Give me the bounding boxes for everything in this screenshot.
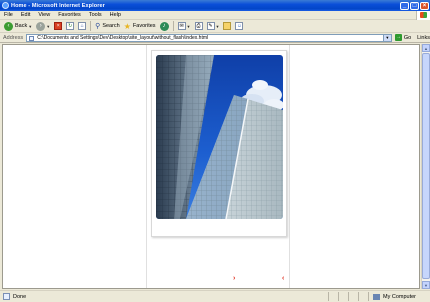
- messenger-button[interactable]: ☺: [233, 21, 245, 32]
- search-label: Search: [102, 23, 120, 29]
- photo-frame: [151, 50, 287, 237]
- menu-edit[interactable]: Edit: [17, 12, 34, 18]
- go-label: Go: [403, 34, 412, 41]
- menu-favorites[interactable]: Favorites: [54, 12, 85, 18]
- stop-icon: ×: [54, 22, 63, 30]
- folder-icon: [223, 22, 232, 30]
- edit-button[interactable]: ✎ ▼: [205, 21, 222, 32]
- window-title: Home - Microsoft Internet Explorer: [11, 2, 105, 9]
- chevron-down-icon: ▼: [46, 23, 51, 29]
- mail-icon: ✉: [177, 22, 186, 30]
- forward-button[interactable]: › ▼: [34, 21, 52, 32]
- print-button[interactable]: ⎙: [193, 21, 205, 32]
- back-label: Back: [15, 23, 28, 29]
- status-cell: [338, 292, 348, 301]
- status-text: Done: [13, 293, 27, 300]
- scroll-up-icon[interactable]: ▲: [422, 44, 430, 52]
- menu-file[interactable]: File: [0, 12, 17, 18]
- status-cell: [358, 292, 368, 301]
- address-value: C:\Documents and Settings\Dev\Desktop\si…: [37, 34, 209, 41]
- edit-icon: ✎: [206, 22, 215, 30]
- favorites-label: Favorites: [132, 23, 156, 29]
- address-bar: Address C:\Documents and Settings\Dev\De…: [0, 33, 430, 43]
- next-arrow-icon[interactable]: ›: [233, 275, 235, 282]
- chevron-down-icon: ▼: [215, 23, 220, 29]
- address-label: Address: [3, 34, 24, 41]
- page-done-icon: [3, 293, 10, 300]
- favorites-button[interactable]: ★ Favorites: [122, 21, 158, 32]
- status-cell: [328, 292, 338, 301]
- vertical-scrollbar[interactable]: ▲ ▼: [421, 44, 430, 289]
- chevron-down-icon: ▼: [28, 23, 33, 29]
- search-icon: ⚲: [95, 23, 101, 30]
- links-toolbar[interactable]: Links: [417, 35, 430, 41]
- address-input[interactable]: C:\Documents and Settings\Dev\Desktop\si…: [26, 33, 392, 42]
- media-button[interactable]: ♪: [158, 21, 171, 32]
- discuss-button[interactable]: [221, 21, 233, 32]
- ie-icon: [2, 2, 9, 9]
- menu-view[interactable]: View: [34, 12, 54, 18]
- page-container: › ‹: [146, 45, 290, 288]
- page-viewport: › ‹: [2, 44, 420, 289]
- print-icon: ⎙: [194, 22, 203, 30]
- menu-help[interactable]: Help: [106, 12, 125, 18]
- standard-toolbar: ‹ Back ▼ › ▼ × ↻ ⌂ ⚲ Search ★ Favorites …: [0, 20, 430, 33]
- back-arrow-icon: ‹: [4, 21, 13, 31]
- mail-button[interactable]: ✉ ▼: [176, 21, 193, 32]
- status-cell: [348, 292, 358, 301]
- back-button[interactable]: ‹ Back ▼: [2, 21, 34, 32]
- prev-arrow-icon[interactable]: ‹: [282, 275, 284, 282]
- maximize-button[interactable]: □: [410, 1, 419, 10]
- chevron-down-icon[interactable]: ▼: [382, 34, 391, 41]
- home-button[interactable]: ⌂: [76, 21, 88, 32]
- messenger-icon: ☺: [235, 22, 244, 30]
- close-button[interactable]: ×: [420, 1, 429, 10]
- home-icon: ⌂: [78, 22, 87, 30]
- minimize-button[interactable]: _: [400, 1, 409, 10]
- toolbar-separator: [172, 21, 174, 31]
- stop-button[interactable]: ×: [52, 21, 64, 32]
- scroll-down-icon[interactable]: ▼: [422, 281, 430, 289]
- media-icon: ♪: [159, 21, 169, 31]
- toolbar-separator: [90, 21, 92, 31]
- computer-icon: [373, 293, 380, 300]
- go-arrow-icon: →: [394, 34, 402, 41]
- page-icon: [29, 35, 35, 41]
- menu-tools[interactable]: Tools: [85, 12, 106, 18]
- forward-arrow-icon: ›: [36, 21, 46, 31]
- security-zone: My Computer: [368, 292, 430, 301]
- skyscrapers-photo: [156, 55, 283, 219]
- go-button[interactable]: → Go: [394, 34, 412, 41]
- refresh-icon: ↻: [66, 22, 75, 30]
- chevron-down-icon: ▼: [186, 23, 191, 29]
- search-button[interactable]: ⚲ Search: [93, 21, 122, 32]
- refresh-button[interactable]: ↻: [64, 21, 76, 32]
- menu-bar: File Edit View Favorites Tools Help: [0, 10, 430, 20]
- windows-logo-icon: [416, 10, 430, 20]
- scroll-thumb[interactable]: [422, 53, 430, 279]
- zone-label: My Computer: [383, 293, 417, 300]
- favorites-star-icon: ★: [123, 21, 131, 31]
- status-bar: Done My Computer: [0, 290, 430, 302]
- title-bar: Home - Microsoft Internet Explorer _ □ ×: [0, 0, 430, 11]
